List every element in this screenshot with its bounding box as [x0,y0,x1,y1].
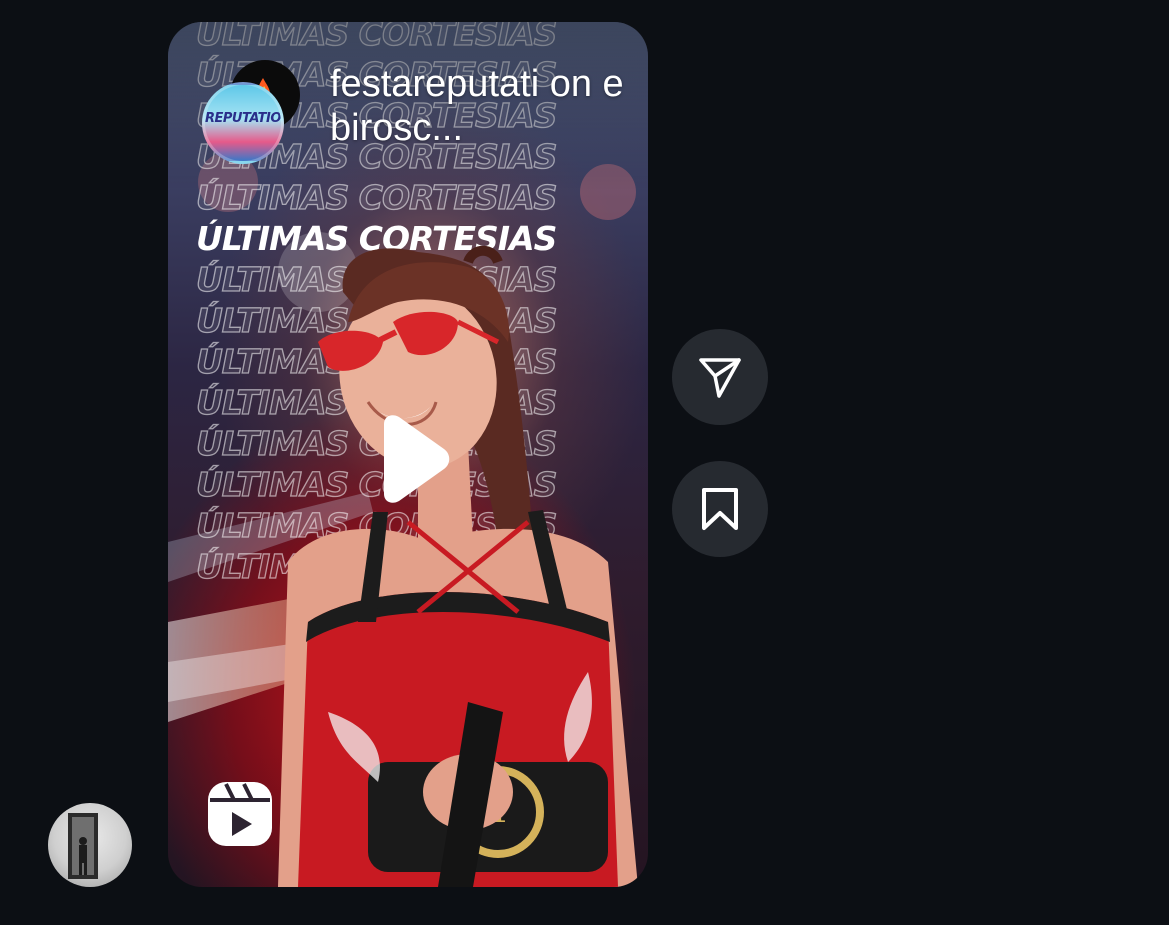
reel-author-username[interactable]: festareputati on e birosc... [330,62,630,150]
avatar-logo-text: REPUTATION [205,111,284,126]
dm-thread: ÚLTIMAS CORTESIAS ÚLTIMAS CORTESIAS ÚLTI… [0,0,1169,925]
sender-photo [68,813,98,879]
sender-avatar[interactable] [48,803,132,887]
save-button[interactable] [672,461,768,557]
account-avatar[interactable]: REPUTATION [202,82,284,164]
reels-icon [206,780,274,848]
shared-reel-card[interactable]: ÚLTIMAS CORTESIAS ÚLTIMAS CORTESIAS ÚLTI… [168,22,648,887]
play-icon[interactable] [372,414,452,504]
reel-header: REPUTATION festareputati on e birosc... [168,22,648,192]
bookmark-icon [702,488,738,530]
share-button[interactable] [672,329,768,425]
send-icon [699,358,741,398]
